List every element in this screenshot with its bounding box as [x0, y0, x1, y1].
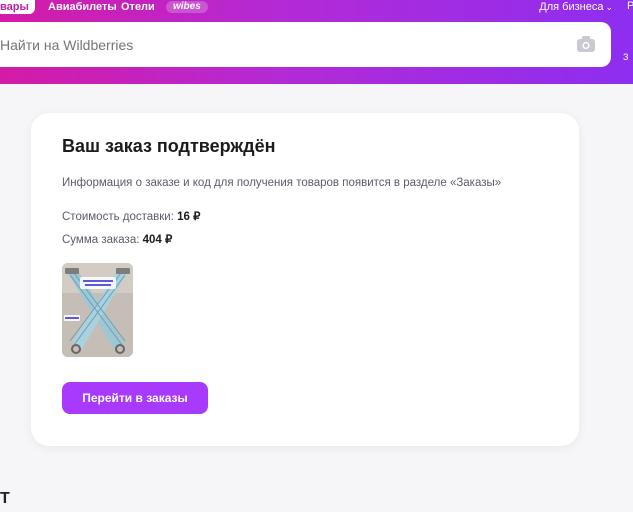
product-thumbnail[interactable]	[62, 263, 133, 357]
delivery-cost: Стоимость доставки: 16 ₽	[62, 209, 200, 223]
order-total-value: 404 ₽	[142, 234, 173, 246]
search-input[interactable]	[0, 22, 522, 69]
header: вары Авиабилеты Отели wibes Для бизнеса ⌄…	[0, 0, 633, 84]
tab-wibes[interactable]: wibes	[166, 1, 208, 13]
order-info-text: Информация о заказе и код для получения …	[62, 177, 502, 189]
cut-right-text: Р	[627, 0, 633, 12]
business-label: Для бизнеса	[539, 1, 604, 13]
delivery-cost-label: Стоимость доставки:	[62, 211, 174, 223]
camera-icon[interactable]	[576, 34, 596, 54]
order-total-label: Сумма заказа:	[62, 234, 140, 246]
side-text: З	[623, 52, 629, 62]
tab-hotels[interactable]: Отели	[115, 0, 161, 14]
strap-image	[62, 263, 133, 357]
order-total: Сумма заказа: 404 ₽	[62, 232, 172, 246]
tab-flights[interactable]: Авиабилеты	[42, 0, 123, 14]
cut-bottom-text: Т	[0, 490, 10, 507]
business-menu[interactable]: Для бизнеса ⌄	[533, 0, 619, 14]
search-bar	[0, 22, 611, 69]
top-nav: вары Авиабилеты Отели wibes Для бизнеса ⌄…	[0, 0, 633, 14]
order-confirmation-card: Ваш заказ подтверждён Информация о заказ…	[31, 113, 579, 446]
page-title: Ваш заказ подтверждён	[62, 136, 276, 156]
tab-goods[interactable]: вары	[0, 0, 35, 14]
delivery-cost-value: 16 ₽	[177, 211, 201, 223]
chevron-down-icon: ⌄	[605, 2, 613, 12]
go-to-orders-button[interactable]: Перейти в заказы	[62, 382, 208, 414]
